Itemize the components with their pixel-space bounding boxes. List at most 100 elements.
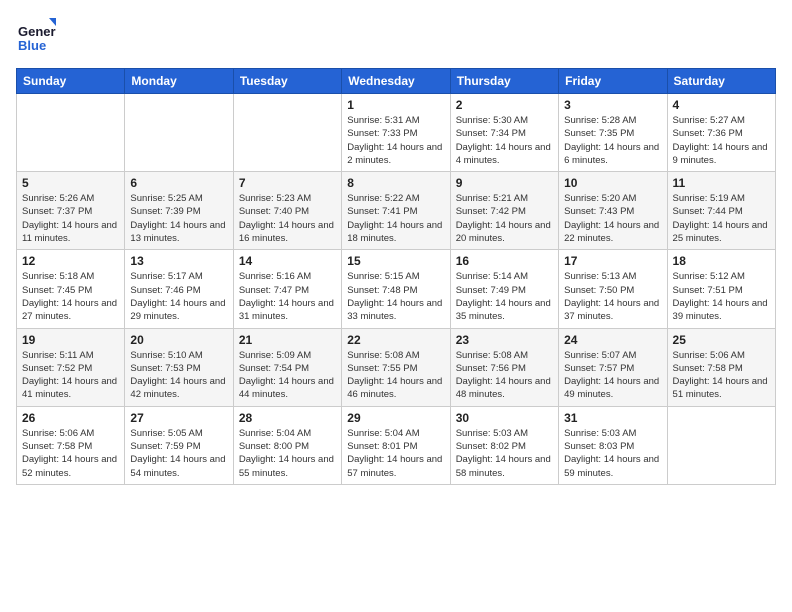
calendar-cell: 27Sunrise: 5:05 AMSunset: 7:59 PMDayligh… [125,406,233,484]
calendar-cell: 10 Sunrise: 5:20 AMSunset: 7:43 PMDayligh… [559,172,667,250]
svg-text:Blue: Blue [18,38,46,53]
calendar-cell: 16 Sunrise: 5:14 AMSunset: 7:49 PMDayligh… [450,250,558,328]
calendar-week-row: 5 Sunrise: 5:26 AMSunset: 7:37 PMDaylight… [17,172,776,250]
cell-info: Sunrise: 5:07 AMSunset: 7:57 PMDaylight:… [564,349,661,402]
day-number: 30 [456,411,553,425]
weekday-header-tuesday: Tuesday [233,69,341,94]
cell-info: Sunrise: 5:11 AMSunset: 7:52 PMDaylight:… [22,349,119,402]
cell-info: Sunrise: 5:19 AMSunset: 7:44 PMDaylight:… [673,192,770,245]
calendar-cell [125,94,233,172]
day-number: 16 [456,254,553,268]
cell-info: Sunrise: 5:08 AMSunset: 7:55 PMDaylight:… [347,349,444,402]
logo: General Blue [16,16,56,56]
calendar-cell: 8 Sunrise: 5:22 AMSunset: 7:41 PMDaylight… [342,172,450,250]
calendar-cell: 1 Sunrise: 5:31 AMSunset: 7:33 PMDaylight… [342,94,450,172]
day-number: 24 [564,333,661,347]
calendar-cell: 20 Sunrise: 5:10 AMSunset: 7:53 PMDayligh… [125,328,233,406]
calendar-cell: 26 Sunrise: 5:06 AMSunset: 7:58 PMDayligh… [17,406,125,484]
calendar-cell: 25 Sunrise: 5:06 AMSunset: 7:58 PMDayligh… [667,328,775,406]
cell-info: Sunrise: 5:17 AMSunset: 7:46 PMDaylight:… [130,270,227,323]
calendar-week-row: 19 Sunrise: 5:11 AMSunset: 7:52 PMDayligh… [17,328,776,406]
weekday-header-friday: Friday [559,69,667,94]
cell-info: Sunrise: 5:23 AMSunset: 7:40 PMDaylight:… [239,192,336,245]
cell-info: Sunrise: 5:21 AMSunset: 7:42 PMDaylight:… [456,192,553,245]
day-number: 15 [347,254,444,268]
cell-info: Sunrise: 5:03 AMSunset: 8:02 PMDaylight:… [456,427,553,480]
day-number: 2 [456,98,553,112]
day-number: 6 [130,176,227,190]
cell-info: Sunrise: 5:05 AMSunset: 7:59 PMDaylight:… [130,427,227,480]
calendar-cell: 7Sunrise: 5:23 AMSunset: 7:40 PMDaylight… [233,172,341,250]
cell-info: Sunrise: 5:26 AMSunset: 7:37 PMDaylight:… [22,192,119,245]
day-number: 26 [22,411,119,425]
day-number: 20 [130,333,227,347]
cell-info: Sunrise: 5:14 AMSunset: 7:49 PMDaylight:… [456,270,553,323]
calendar-cell [233,94,341,172]
cell-info: Sunrise: 5:06 AMSunset: 7:58 PMDaylight:… [22,427,119,480]
day-number: 31 [564,411,661,425]
calendar-cell: 19 Sunrise: 5:11 AMSunset: 7:52 PMDayligh… [17,328,125,406]
calendar-cell: 30 Sunrise: 5:03 AMSunset: 8:02 PMDayligh… [450,406,558,484]
calendar-cell: 23 Sunrise: 5:08 AMSunset: 7:56 PMDayligh… [450,328,558,406]
calendar-cell: 22Sunrise: 5:08 AMSunset: 7:55 PMDayligh… [342,328,450,406]
calendar-cell: 11 Sunrise: 5:19 AMSunset: 7:44 PMDayligh… [667,172,775,250]
calendar-table: SundayMondayTuesdayWednesdayThursdayFrid… [16,68,776,485]
cell-info: Sunrise: 5:30 AMSunset: 7:34 PMDaylight:… [456,114,553,167]
day-number: 8 [347,176,444,190]
day-number: 19 [22,333,119,347]
cell-info: Sunrise: 5:03 AMSunset: 8:03 PMDaylight:… [564,427,661,480]
logo-svg: General Blue [16,16,56,56]
calendar-cell: 6 Sunrise: 5:25 AMSunset: 7:39 PMDaylight… [125,172,233,250]
cell-info: Sunrise: 5:31 AMSunset: 7:33 PMDaylight:… [347,114,444,167]
calendar-cell: 15 Sunrise: 5:15 AMSunset: 7:48 PMDayligh… [342,250,450,328]
cell-info: Sunrise: 5:04 AMSunset: 8:00 PMDaylight:… [239,427,336,480]
cell-info: Sunrise: 5:06 AMSunset: 7:58 PMDaylight:… [673,349,770,402]
weekday-header-monday: Monday [125,69,233,94]
day-number: 14 [239,254,336,268]
day-number: 21 [239,333,336,347]
cell-info: Sunrise: 5:25 AMSunset: 7:39 PMDaylight:… [130,192,227,245]
weekday-header-sunday: Sunday [17,69,125,94]
cell-info: Sunrise: 5:04 AMSunset: 8:01 PMDaylight:… [347,427,444,480]
cell-info: Sunrise: 5:08 AMSunset: 7:56 PMDaylight:… [456,349,553,402]
cell-info: Sunrise: 5:10 AMSunset: 7:53 PMDaylight:… [130,349,227,402]
day-number: 28 [239,411,336,425]
calendar-week-row: 1 Sunrise: 5:31 AMSunset: 7:33 PMDaylight… [17,94,776,172]
day-number: 11 [673,176,770,190]
calendar-cell: 14 Sunrise: 5:16 AMSunset: 7:47 PMDayligh… [233,250,341,328]
weekday-header-thursday: Thursday [450,69,558,94]
calendar-cell: 31 Sunrise: 5:03 AMSunset: 8:03 PMDayligh… [559,406,667,484]
calendar-cell: 13 Sunrise: 5:17 AMSunset: 7:46 PMDayligh… [125,250,233,328]
calendar-cell: 21Sunrise: 5:09 AMSunset: 7:54 PMDayligh… [233,328,341,406]
calendar-cell: 28 Sunrise: 5:04 AMSunset: 8:00 PMDayligh… [233,406,341,484]
day-number: 10 [564,176,661,190]
calendar-cell: 29Sunrise: 5:04 AMSunset: 8:01 PMDayligh… [342,406,450,484]
calendar-cell: 3Sunrise: 5:28 AMSunset: 7:35 PMDaylight… [559,94,667,172]
weekday-header-row: SundayMondayTuesdayWednesdayThursdayFrid… [17,69,776,94]
day-number: 25 [673,333,770,347]
day-number: 23 [456,333,553,347]
cell-info: Sunrise: 5:15 AMSunset: 7:48 PMDaylight:… [347,270,444,323]
cell-info: Sunrise: 5:20 AMSunset: 7:43 PMDaylight:… [564,192,661,245]
calendar-cell: 2 Sunrise: 5:30 AMSunset: 7:34 PMDaylight… [450,94,558,172]
calendar-week-row: 26 Sunrise: 5:06 AMSunset: 7:58 PMDayligh… [17,406,776,484]
calendar-cell [667,406,775,484]
calendar-cell: 17Sunrise: 5:13 AMSunset: 7:50 PMDayligh… [559,250,667,328]
svg-text:General: General [18,24,56,39]
weekday-header-saturday: Saturday [667,69,775,94]
calendar-cell: 9Sunrise: 5:21 AMSunset: 7:42 PMDaylight… [450,172,558,250]
cell-info: Sunrise: 5:22 AMSunset: 7:41 PMDaylight:… [347,192,444,245]
day-number: 5 [22,176,119,190]
cell-info: Sunrise: 5:18 AMSunset: 7:45 PMDaylight:… [22,270,119,323]
calendar-week-row: 12 Sunrise: 5:18 AMSunset: 7:45 PMDayligh… [17,250,776,328]
day-number: 17 [564,254,661,268]
day-number: 18 [673,254,770,268]
cell-info: Sunrise: 5:28 AMSunset: 7:35 PMDaylight:… [564,114,661,167]
calendar-cell [17,94,125,172]
day-number: 1 [347,98,444,112]
cell-info: Sunrise: 5:16 AMSunset: 7:47 PMDaylight:… [239,270,336,323]
day-number: 12 [22,254,119,268]
cell-info: Sunrise: 5:12 AMSunset: 7:51 PMDaylight:… [673,270,770,323]
calendar-cell: 12 Sunrise: 5:18 AMSunset: 7:45 PMDayligh… [17,250,125,328]
day-number: 13 [130,254,227,268]
